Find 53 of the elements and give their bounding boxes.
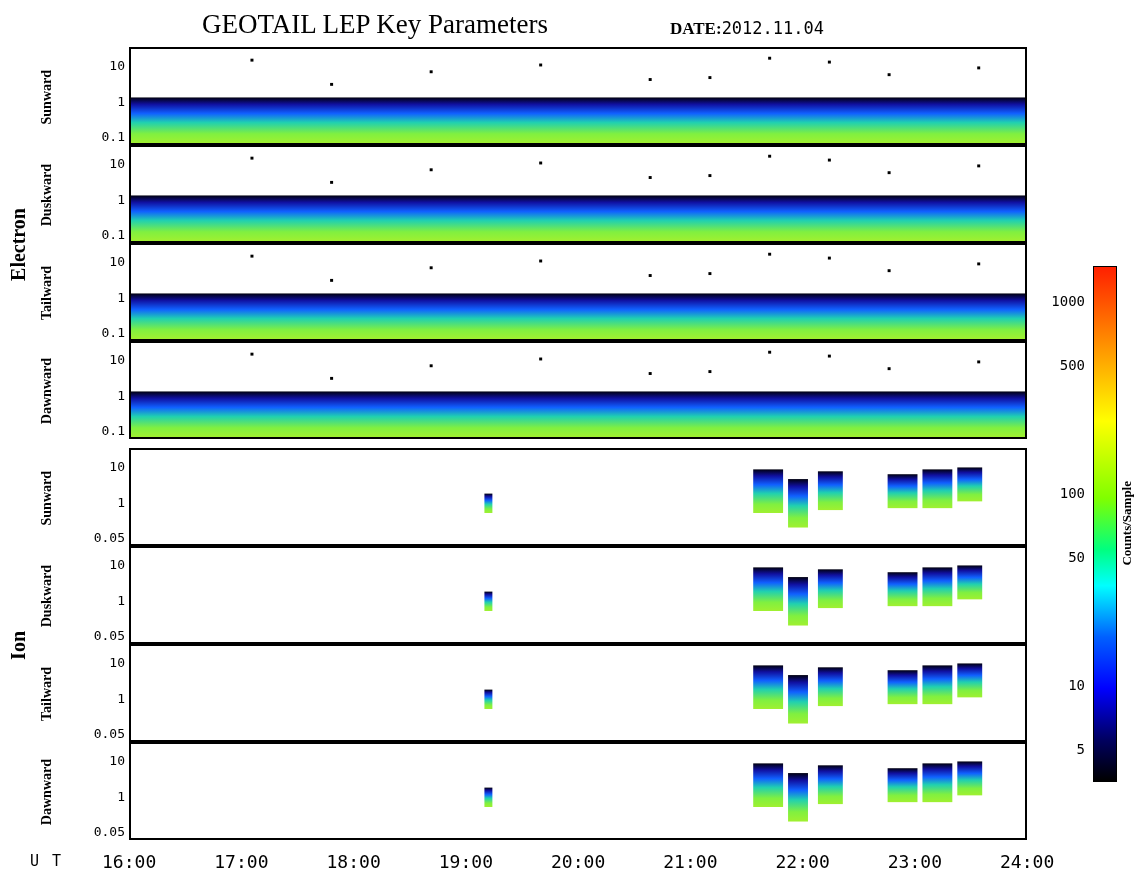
direction-label: Duskward <box>39 564 55 628</box>
group-label: Electron <box>6 207 30 281</box>
colorbar-tick-label: 10 <box>1068 676 1085 694</box>
y-tick-label: 1 <box>117 788 125 804</box>
y-tick-label: 0.05 <box>93 628 125 643</box>
plot-title: GEOTAIL LEP Key Parameters <box>202 8 548 40</box>
x-tick-label: 19:00 <box>437 850 494 872</box>
x-tick-label: 24:00 <box>999 850 1056 872</box>
x-tick-label: 17:00 <box>213 850 270 872</box>
x-axis-label: U T <box>30 852 65 870</box>
y-tick-label: 0.1 <box>101 129 125 144</box>
direction-label: Dawnward <box>39 357 55 425</box>
direction-label: Tailward <box>39 266 55 320</box>
y-tick-label: 10 <box>109 254 125 269</box>
x-tick-label: 21:00 <box>662 850 719 872</box>
colorbar-tick-label: 1000 <box>1051 292 1085 310</box>
y-tick-label: 1 <box>117 690 125 706</box>
direction-label: Sunward <box>39 470 55 526</box>
colorbar-tick-label: 50 <box>1068 548 1085 566</box>
x-tick-label: 16:00 <box>101 850 158 872</box>
direction-label: Duskward <box>39 163 55 227</box>
y-tick-label: 10 <box>109 459 125 474</box>
y-tick-label: 1 <box>117 494 125 510</box>
y-tick-label: 0.1 <box>101 325 125 340</box>
y-tick-label: 1 <box>117 93 125 109</box>
direction-label: Dawnward <box>39 758 55 826</box>
y-tick-label: 10 <box>109 58 125 73</box>
y-tick-label: 0.05 <box>93 726 125 741</box>
x-tick-label: 18:00 <box>325 850 382 872</box>
colorbar-label: Counts/Sample <box>1119 480 1135 566</box>
direction-label: Tailward <box>39 667 55 721</box>
y-tick-label: 0.05 <box>93 530 125 545</box>
y-tick-label: 1 <box>117 289 125 305</box>
y-tick-label: 10 <box>109 753 125 768</box>
y-tick-label: 0.05 <box>93 824 125 839</box>
y-tick-label: 10 <box>109 156 125 171</box>
colorbar-tick-label: 100 <box>1059 484 1085 502</box>
group-label: Ion <box>6 630 30 660</box>
plot-date: DATE:2012.11.04 <box>670 17 824 39</box>
y-tick-label: 0.1 <box>101 227 125 242</box>
y-tick-label: 1 <box>117 191 125 207</box>
y-tick-label: 1 <box>117 592 125 608</box>
direction-label: Sunward <box>39 69 55 125</box>
x-tick-label: 20:00 <box>550 850 607 872</box>
colorbar-tick-label: 5 <box>1076 740 1085 758</box>
y-tick-label: 10 <box>109 557 125 572</box>
x-tick-label: 23:00 <box>886 850 943 872</box>
colorbar-tick-label: 500 <box>1059 356 1085 374</box>
y-tick-label: 10 <box>109 352 125 367</box>
y-tick-label: 1 <box>117 387 125 403</box>
x-tick-label: 22:00 <box>774 850 831 872</box>
y-tick-label: 0.1 <box>101 423 125 438</box>
y-tick-label: 10 <box>109 655 125 670</box>
